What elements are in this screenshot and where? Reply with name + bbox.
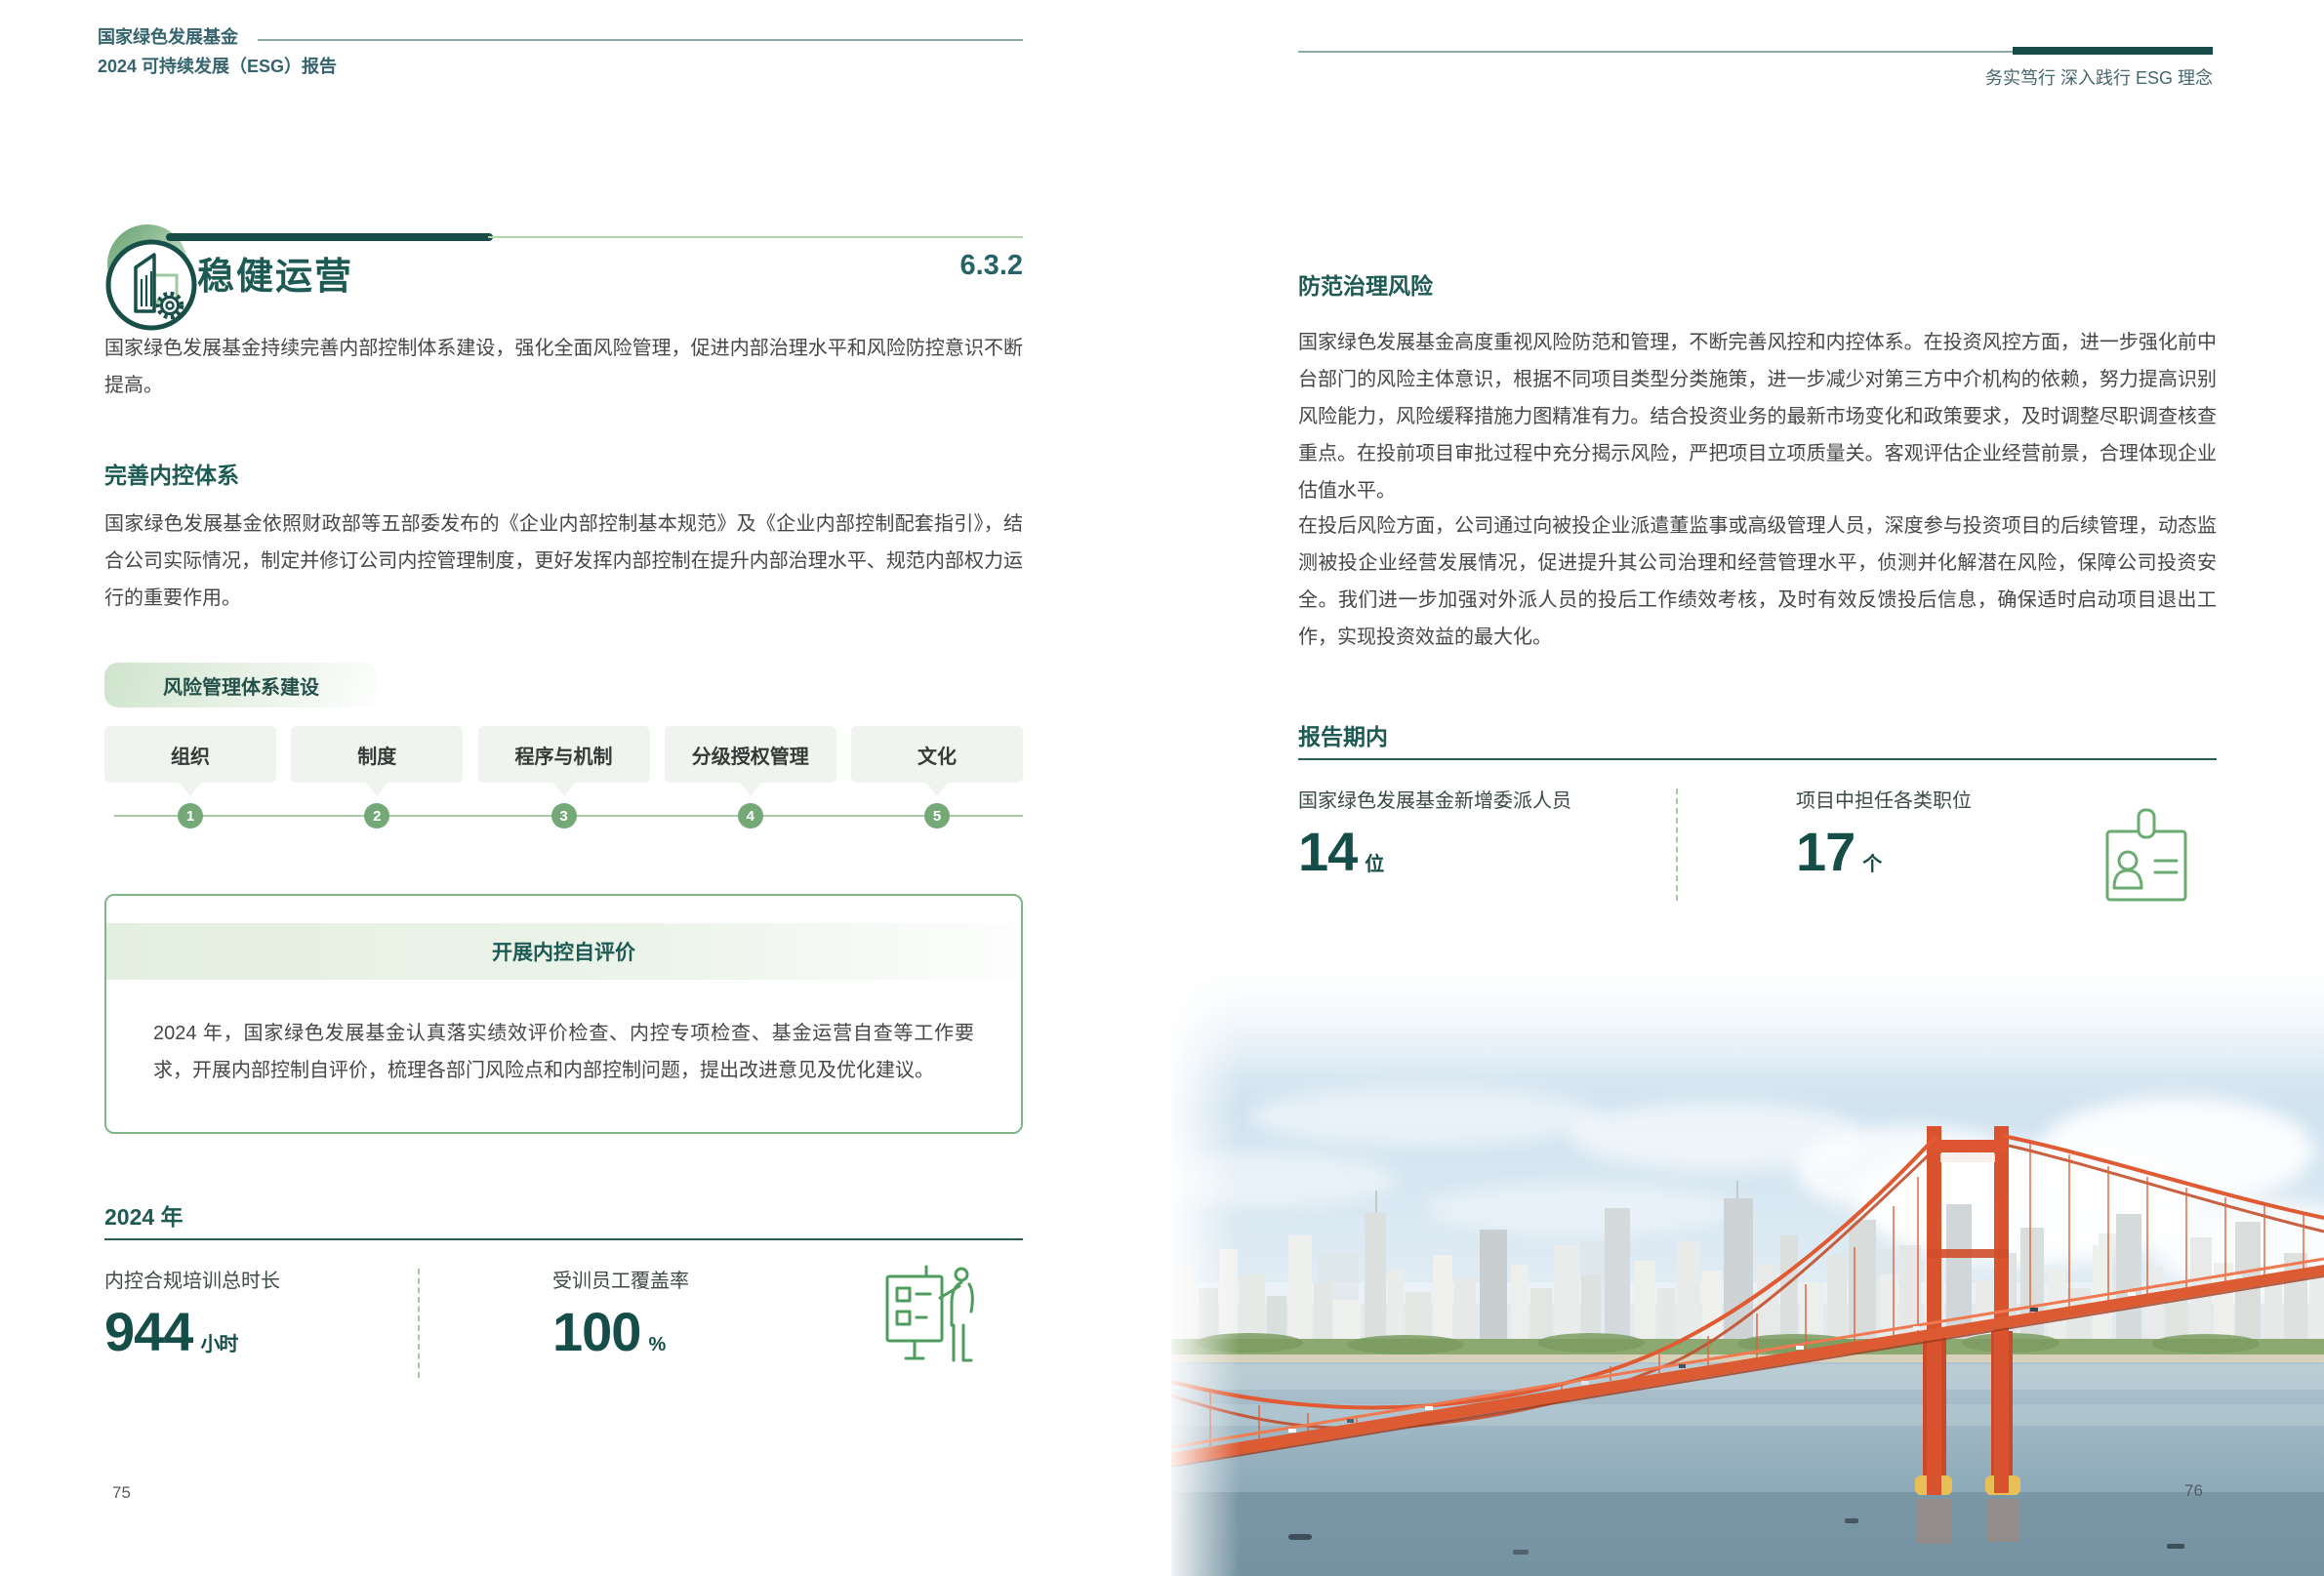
stats-divider-right-page — [1676, 788, 1678, 901]
presenter-board-icon — [883, 1263, 983, 1368]
section-title-line — [488, 236, 1023, 238]
coverage-unit: % — [648, 1334, 665, 1355]
subsection-heading: 完善内控体系 — [104, 457, 239, 490]
stats-2024-heading: 2024 年 — [104, 1198, 183, 1232]
timeline-dot-5: 5 — [924, 803, 950, 828]
stats-2024-rule — [104, 1238, 1023, 1240]
page-number-left: 75 — [112, 1483, 131, 1503]
risk-prevention-heading: 防范治理风险 — [1298, 267, 1433, 301]
self-evaluation-body: 2024 年，国家绿色发展基金认真落实绩效评价检查、内控专项检查、基金运营自查等… — [106, 980, 1021, 1089]
risk-item-culture: 文化 — [851, 726, 1023, 783]
section-number: 6.3.2 — [839, 250, 1023, 282]
bridge-photo — [1171, 960, 2324, 1576]
coverage-value: 100% — [552, 1300, 665, 1363]
header-slogan: 务实笃行 深入践行 ESG 理念 — [1757, 64, 2213, 90]
training-hours-unit: 小时 — [200, 1334, 237, 1355]
risk-system-badge: 风险管理体系建设 — [104, 663, 378, 707]
timeline-dot-2: 2 — [364, 803, 389, 828]
self-evaluation-title: 开展内控自评价 — [106, 923, 1021, 980]
timeline-dot-4: 4 — [738, 803, 763, 828]
risk-prevention-paragraph-1: 国家绿色发展基金高度重视风险防范和管理，不断完善风控和内控体系。在投资风控方面，… — [1298, 324, 2217, 509]
risk-item-authorization: 分级授权管理 — [665, 726, 836, 783]
header-org-name: 国家绿色发展基金 — [98, 23, 238, 49]
positions-number: 17 — [1796, 821, 1855, 882]
dispatched-staff-label: 国家绿色发展基金新增委派人员 — [1298, 785, 1571, 813]
risk-system-timeline: 1 2 3 4 5 — [104, 803, 1023, 828]
dispatched-staff-unit: 位 — [1365, 854, 1383, 875]
timeline-dot-1: 1 — [178, 803, 203, 828]
stats-divider-left-page — [418, 1269, 420, 1378]
intro-paragraph: 国家绿色发展基金持续完善内部控制体系建设，强化全面风险管理，促进内部治理水平和风… — [104, 330, 1023, 404]
dispatched-staff-value: 14 位 — [1298, 820, 1383, 883]
coverage-number: 100 — [552, 1301, 640, 1362]
training-hours-label: 内控合规培训总时长 — [104, 1265, 280, 1293]
coverage-label: 受训员工覆盖率 — [552, 1265, 689, 1293]
positions-value: 17 个 — [1796, 820, 1881, 883]
positions-label: 项目中担任各类职位 — [1796, 785, 1972, 813]
risk-item-organization: 组织 — [104, 726, 276, 783]
report-spread: 国家绿色发展基金 2024 可持续发展（ESG）报告 务实笃行 深入践行 ESG… — [0, 0, 2324, 1576]
dispatched-staff-number: 14 — [1298, 821, 1357, 882]
header-divider-left — [258, 39, 1023, 41]
report-period-heading: 报告期内 — [1298, 718, 1388, 751]
risk-prevention-paragraph-2: 在投后风险方面，公司通过向被投企业派遣董监事或高级管理人员，深度参与投资项目的后… — [1298, 507, 2217, 656]
risk-item-procedure: 程序与机制 — [478, 726, 650, 783]
page-number-right: 76 — [2184, 1481, 2203, 1501]
section-title: 稳健运营 — [197, 246, 353, 300]
section-title-bar — [166, 233, 493, 241]
positions-unit: 个 — [1862, 854, 1881, 875]
header-report-title: 2024 可持续发展（ESG）报告 — [98, 53, 337, 78]
training-hours-number: 944 — [104, 1301, 192, 1362]
report-period-rule — [1298, 758, 2217, 760]
header-divider-right — [1298, 51, 2013, 53]
self-evaluation-box: 开展内控自评价 2024 年，国家绿色发展基金认真落实绩效评价检查、内控专项检查… — [104, 894, 1023, 1134]
header-accent-bar — [2013, 47, 2213, 55]
id-badge-icon — [2100, 806, 2192, 908]
risk-item-system: 制度 — [291, 726, 463, 783]
subsection-paragraph: 国家绿色发展基金依照财政部等五部委发布的《企业内部控制基本规范》及《企业内部控制… — [104, 505, 1023, 617]
risk-system-items: 组织 制度 程序与机制 分级授权管理 文化 — [104, 726, 1023, 783]
timeline-dot-3: 3 — [551, 803, 577, 828]
training-hours-value: 944 小时 — [104, 1300, 237, 1363]
